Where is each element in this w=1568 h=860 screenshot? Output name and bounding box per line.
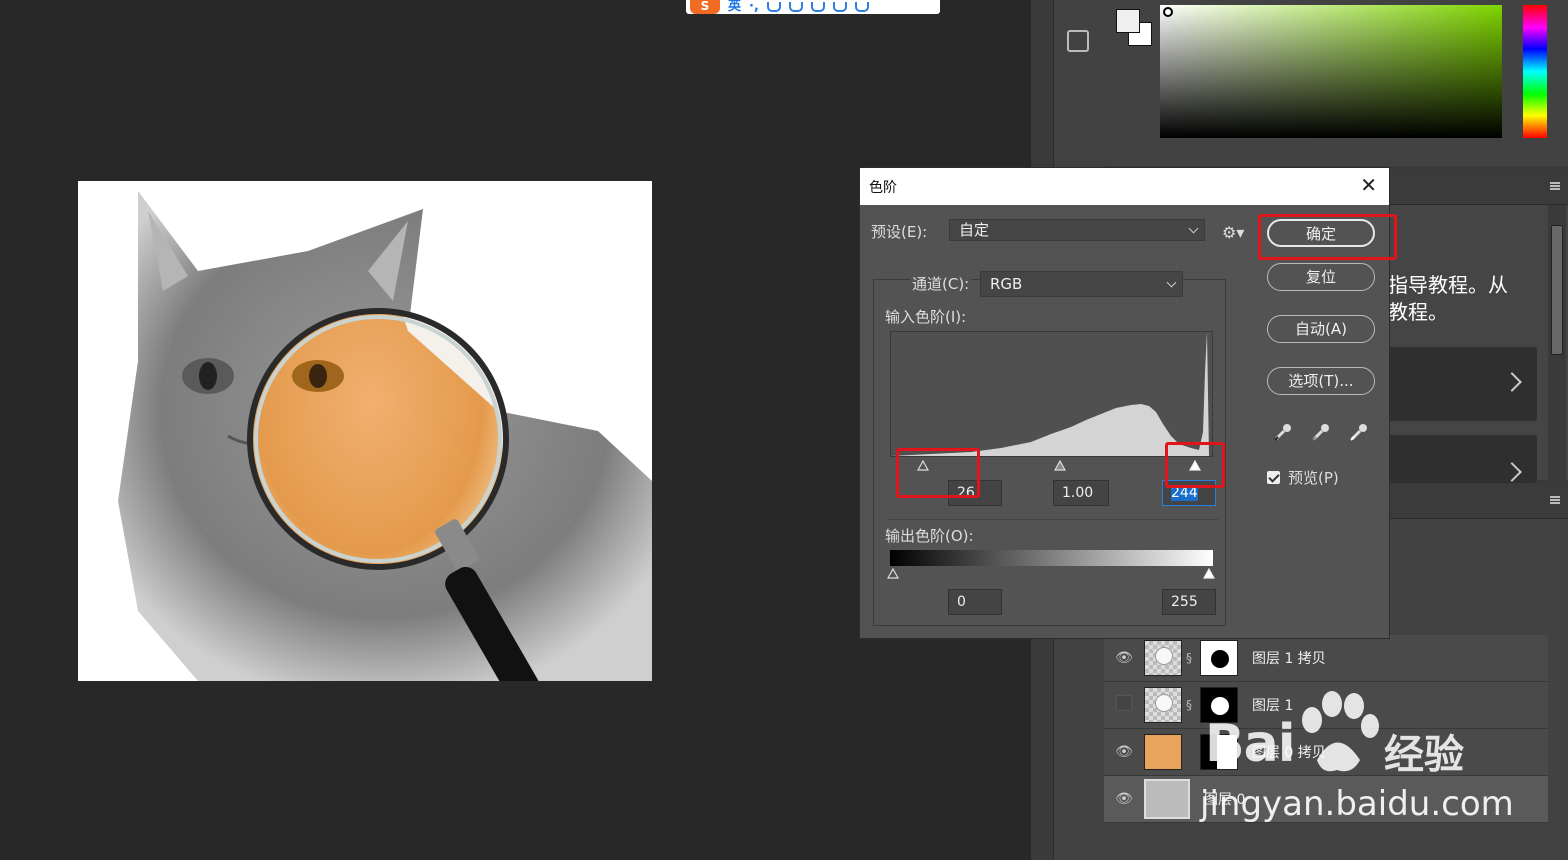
baidu-paw-logo <box>1302 691 1379 772</box>
output-gradient-bar <box>890 550 1213 566</box>
watermark-brand: Bai <box>1205 714 1296 774</box>
preset-select[interactable]: 自定 <box>949 219 1205 241</box>
channel-label: 通道(C): <box>910 273 972 294</box>
highlight-white-point <box>1165 442 1225 488</box>
keyboard-icon[interactable] <box>810 2 825 12</box>
histogram <box>890 331 1213 457</box>
preset-value: 自定 <box>959 221 990 239</box>
preview-label: 预览(P) <box>1288 469 1339 487</box>
layer-name: 图层 1 <box>1252 698 1294 714</box>
channel-select[interactable]: RGB <box>980 271 1183 297</box>
output-levels-label: 输出色阶(O): <box>885 527 974 545</box>
learn-text-line-2: 教程。 <box>1388 300 1448 324</box>
black-eyedropper-icon[interactable] <box>1272 421 1294 443</box>
ime-toolbar: S 英 ·, <box>686 0 940 14</box>
scrollbar-thumb[interactable] <box>1551 225 1563 355</box>
foreground-color-swatch[interactable] <box>1116 9 1140 33</box>
cat-magnifier-image <box>118 191 652 681</box>
hue-slider[interactable] <box>1523 5 1547 138</box>
ime-logo: S <box>690 0 720 14</box>
preview-checkbox[interactable] <box>1267 471 1280 484</box>
highlight-black-point <box>896 448 980 498</box>
input-gamma-field[interactable]: 1.00 <box>1053 480 1109 506</box>
link-icon[interactable]: § <box>1182 698 1196 712</box>
output-black-slider[interactable] <box>887 568 899 579</box>
output-white-field[interactable]: 255 <box>1162 589 1216 615</box>
learn-panel-scrollbar[interactable] <box>1548 205 1566 480</box>
visibility-toggle-off[interactable] <box>1104 695 1144 715</box>
eye-icon[interactable]: 👁 <box>1104 744 1144 760</box>
chevron-right-icon <box>1502 372 1522 392</box>
eye-icon[interactable]: 👁 <box>1104 791 1144 807</box>
layer-thumbnail <box>1144 687 1182 723</box>
link-icon[interactable]: § <box>1182 651 1196 665</box>
emoji-icon[interactable] <box>766 2 781 12</box>
gray-eyedropper-icon[interactable] <box>1310 421 1332 443</box>
gear-icon[interactable]: ⚙▾ <box>1222 223 1244 242</box>
3d-icon[interactable] <box>1067 30 1089 52</box>
gamma-slider[interactable] <box>1054 460 1066 471</box>
layer-thumbnail <box>1144 779 1190 819</box>
layer-thumbnail <box>1144 734 1182 770</box>
auto-button[interactable]: 自动(A) <box>1267 315 1375 343</box>
divider <box>888 519 1218 520</box>
watermark-url: jingyan.baidu.com <box>1200 784 1514 824</box>
skin-icon[interactable] <box>832 2 847 12</box>
toolbox-icon[interactable] <box>854 2 869 12</box>
color-picker-field[interactable] <box>1160 5 1502 138</box>
panel-menu-icon[interactable] <box>1550 496 1560 504</box>
ime-mode-toggle[interactable]: 英 <box>728 0 741 13</box>
learn-text-line-1: 指导教程。从 <box>1388 273 1508 297</box>
highlight-ok-button <box>1258 214 1397 260</box>
layer-mask-thumbnail[interactable] <box>1200 640 1238 676</box>
panel-menu-icon[interactable] <box>1550 182 1560 190</box>
chevron-right-icon <box>1502 462 1522 482</box>
watermark-brand-jingyan: 经验 <box>1384 732 1464 778</box>
preset-label: 预设(E): <box>871 223 928 241</box>
white-eyedropper-icon[interactable] <box>1348 421 1370 443</box>
color-picker-cursor[interactable] <box>1163 7 1173 17</box>
document-canvas[interactable] <box>78 181 652 681</box>
learn-panel-text: 指导教程。从 教程。 <box>1388 272 1558 326</box>
layer-thumbnail <box>1144 640 1182 676</box>
chevron-down-icon <box>1188 223 1199 234</box>
channel-value: RGB <box>990 275 1023 293</box>
chevron-down-icon <box>1166 277 1177 288</box>
layer-row[interactable]: 👁 § 图层 1 拷贝 <box>1104 635 1548 682</box>
options-button[interactable]: 选项(T)... <box>1267 367 1375 395</box>
histogram-graph <box>891 332 1209 456</box>
output-white-slider[interactable] <box>1203 568 1215 579</box>
input-levels-label: 输入色阶(I): <box>885 308 967 326</box>
dialog-titlebar[interactable]: 色阶 ✕ <box>860 168 1389 205</box>
ime-punctuation-toggle[interactable]: ·, <box>749 0 759 13</box>
reset-button[interactable]: 复位 <box>1267 263 1375 291</box>
microphone-icon[interactable] <box>788 2 803 12</box>
close-icon[interactable]: ✕ <box>1360 175 1377 195</box>
eye-icon[interactable]: 👁 <box>1104 650 1144 666</box>
layer-name: 图层 1 拷贝 <box>1252 651 1326 667</box>
output-black-field[interactable]: 0 <box>948 589 1002 615</box>
dialog-title: 色阶 <box>869 180 897 196</box>
